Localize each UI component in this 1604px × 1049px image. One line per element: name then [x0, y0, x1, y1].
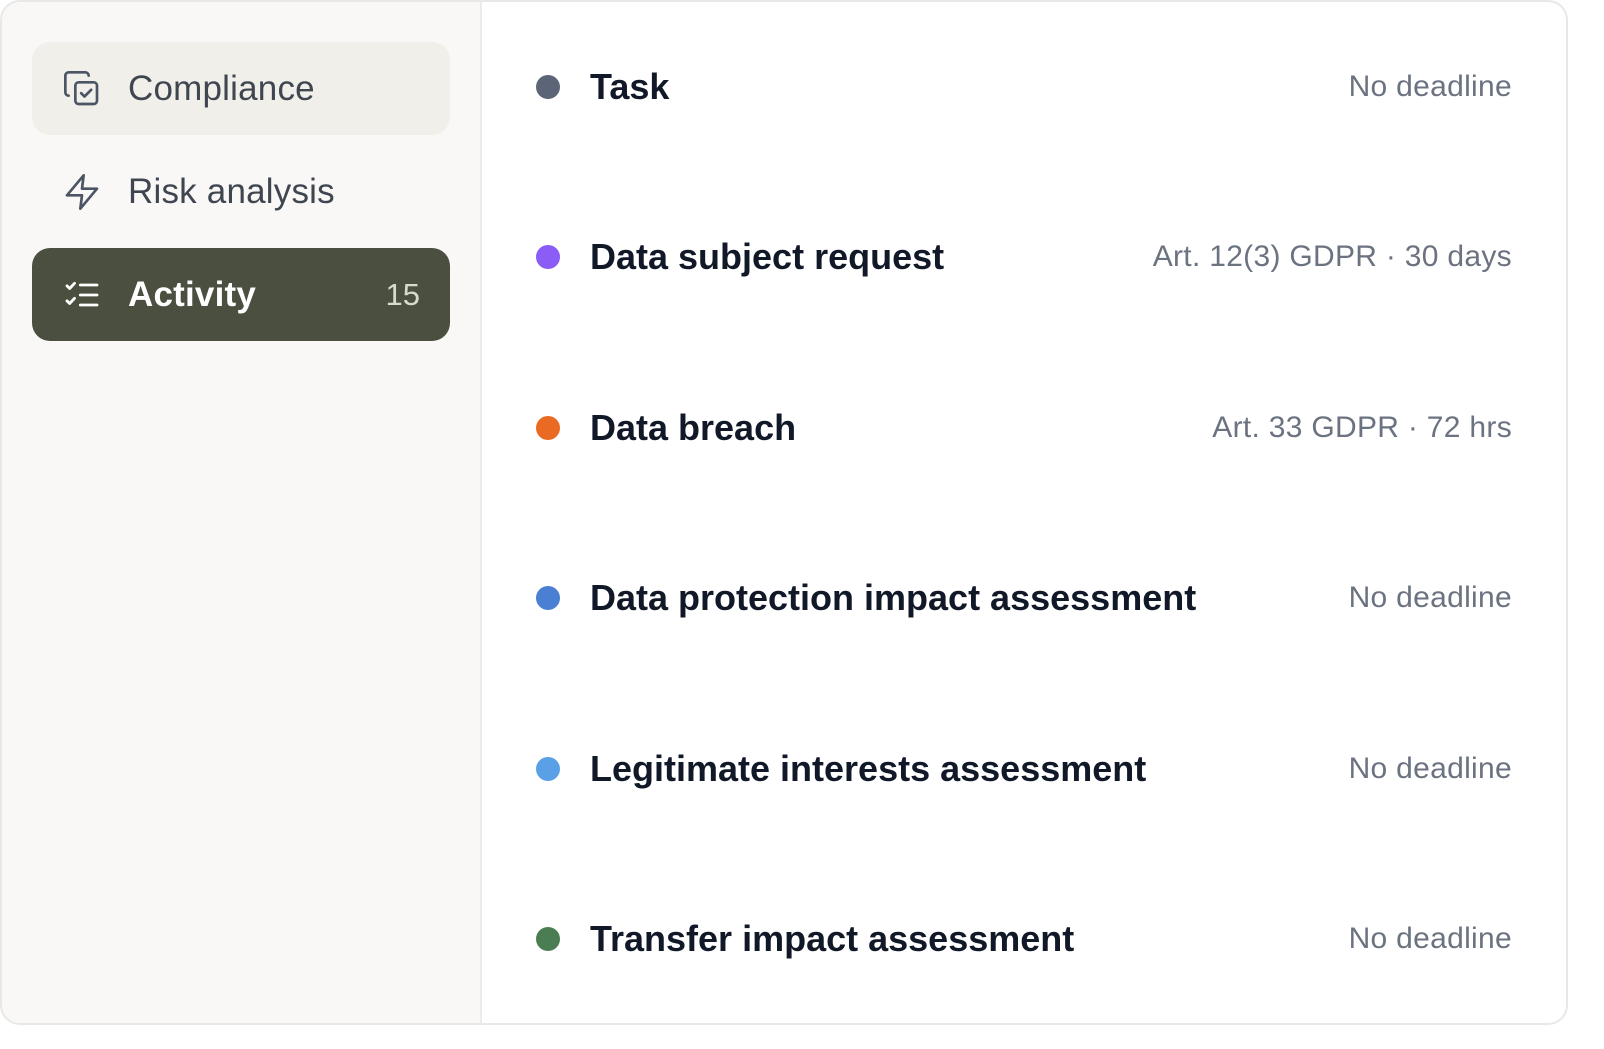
status-dot: [536, 75, 560, 99]
status-dot: [536, 756, 560, 781]
activity-deadline: No deadline: [1348, 70, 1512, 103]
status-dot: [536, 927, 560, 952]
activity-deadline: No deadline: [1348, 751, 1512, 785]
sidebar-item-compliance[interactable]: Compliance: [32, 42, 450, 135]
copy-check-icon: [62, 69, 102, 109]
status-dot: [536, 245, 560, 270]
list-item[interactable]: Data protection impact assessment No dea…: [536, 513, 1512, 684]
list-item[interactable]: Data subject request Art. 12(3) GDPR · 3…: [536, 172, 1512, 343]
list-item[interactable]: Legitimate interests assessment No deadl…: [536, 684, 1512, 855]
list-item[interactable]: Transfer impact assessment No deadline: [536, 854, 1512, 1023]
activity-title: Data protection impact assessment: [590, 577, 1197, 619]
sidebar-item-activity[interactable]: Activity 15: [32, 248, 450, 341]
activity-deadline: Art. 33 GDPR · 72 hrs: [1212, 410, 1512, 444]
activity-list: Task No deadline Data subject request Ar…: [482, 2, 1566, 1023]
sidebar-item-risk-analysis[interactable]: Risk analysis: [32, 145, 450, 238]
status-dot: [536, 586, 560, 611]
activity-count-badge: 15: [385, 276, 420, 312]
sidebar: Compliance Risk analysis Activity 15: [2, 2, 482, 1023]
status-dot: [536, 415, 560, 440]
activity-deadline: No deadline: [1348, 581, 1512, 615]
lightning-icon: [62, 172, 102, 212]
list-item[interactable]: Data breach Art. 33 GDPR · 72 hrs: [536, 343, 1512, 514]
sidebar-item-label: Compliance: [128, 68, 315, 108]
activity-deadline: No deadline: [1348, 922, 1512, 956]
app-window: Compliance Risk analysis Activity 15 Tas…: [0, 0, 1568, 1025]
checklist-icon: [62, 275, 102, 315]
list-item[interactable]: Task No deadline: [536, 2, 1512, 172]
activity-deadline: Art. 12(3) GDPR · 30 days: [1152, 240, 1512, 274]
activity-title: Transfer impact assessment: [590, 918, 1075, 960]
activity-title: Task: [590, 66, 670, 107]
activity-title: Data subject request: [590, 236, 945, 278]
sidebar-item-label: Activity: [128, 274, 257, 314]
activity-title: Legitimate interests assessment: [590, 747, 1147, 789]
sidebar-item-label: Risk analysis: [128, 171, 335, 211]
activity-title: Data breach: [590, 406, 797, 448]
